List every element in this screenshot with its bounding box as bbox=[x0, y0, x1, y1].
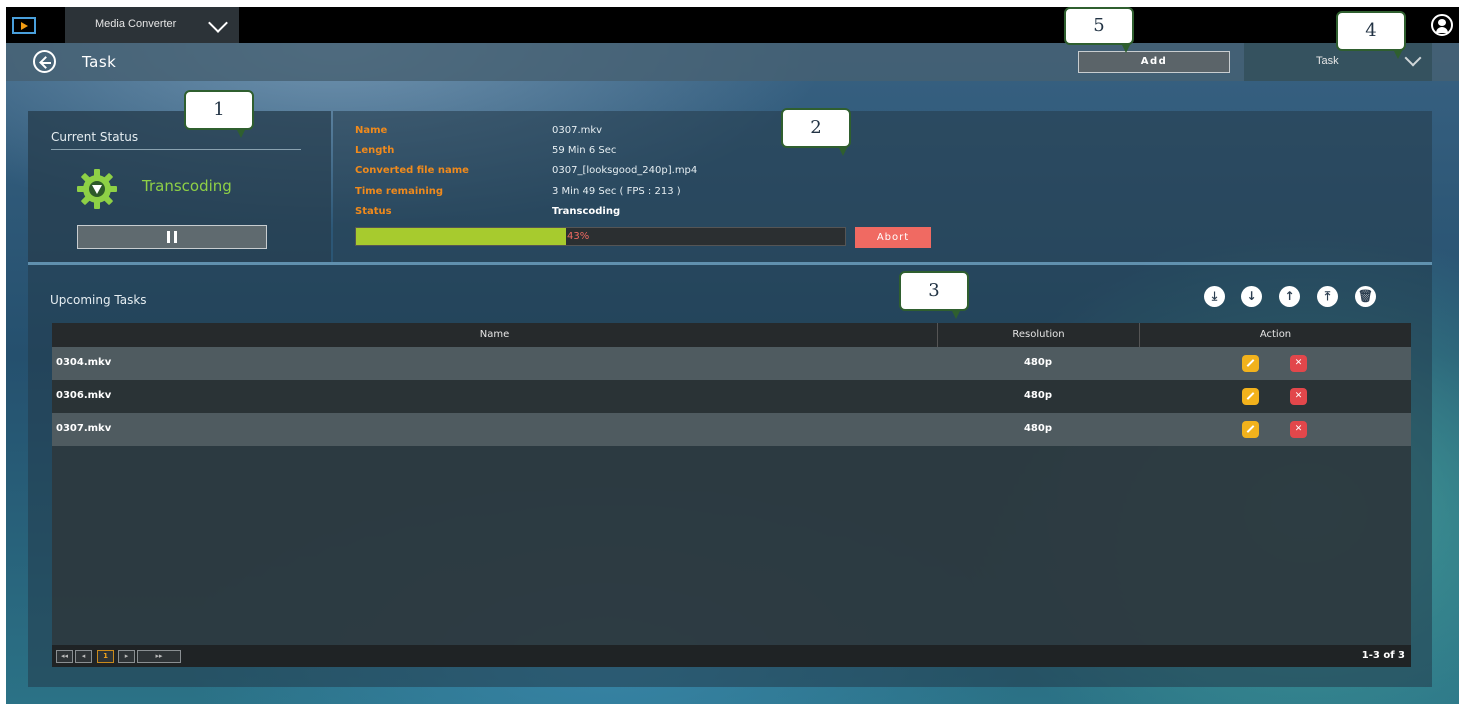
label-length: Length bbox=[355, 145, 395, 156]
value-name: 0307.mkv bbox=[552, 125, 603, 136]
row-resolution: 480p bbox=[1023, 423, 1053, 434]
row-resolution: 480p bbox=[1023, 390, 1053, 401]
delete-icon[interactable]: ✕ bbox=[1290, 355, 1307, 372]
value-status: Transcoding bbox=[552, 206, 621, 217]
callout-number: 1 bbox=[213, 99, 225, 120]
add-button[interactable]: Add bbox=[1078, 51, 1230, 73]
move-to-bottom-icon[interactable]: ⤓ bbox=[1204, 286, 1225, 307]
column-header-resolution[interactable]: Resolution bbox=[938, 329, 1139, 340]
delete-icon[interactable]: ✕ bbox=[1290, 388, 1307, 405]
row-resolution: 480p bbox=[1023, 357, 1053, 368]
label-name: Name bbox=[355, 125, 388, 136]
callout-tail bbox=[1393, 49, 1403, 59]
callout-3: 3 bbox=[899, 271, 969, 319]
page-count: 1-3 of 3 bbox=[1361, 650, 1405, 661]
app-name: Media Converter bbox=[95, 18, 177, 30]
user-account-icon[interactable] bbox=[1431, 14, 1453, 36]
task-details-panel: Name 0307.mkv Length 59 Min 6 Sec Conver… bbox=[333, 111, 1432, 262]
callout-number: 3 bbox=[928, 280, 940, 301]
page-title: Task bbox=[82, 53, 117, 71]
upcoming-tasks-table: Name Resolution Action 0304.mkv 480p ✕ 0… bbox=[52, 323, 1411, 667]
table-row[interactable]: 0307.mkv 480p ✕ bbox=[52, 413, 1411, 446]
column-header-action: Action bbox=[1259, 329, 1292, 340]
upcoming-tasks-title: Upcoming Tasks bbox=[50, 293, 147, 307]
row-name: 0304.mkv bbox=[56, 357, 112, 368]
chevron-down-icon bbox=[208, 13, 228, 33]
value-length: 59 Min 6 Sec bbox=[552, 145, 617, 156]
edit-icon[interactable] bbox=[1242, 421, 1259, 438]
value-converted-file-name: 0307_[looksgood_240p].mp4 bbox=[552, 165, 698, 176]
table-footer: ◂◂ ◂ 1 ▸ ▸▸ 1-3 of 3 bbox=[52, 645, 1411, 667]
abort-button[interactable]: Abort bbox=[855, 227, 931, 248]
value-time-remaining: 3 Min 49 Sec ( FPS : 213 ) bbox=[552, 186, 681, 197]
current-status-title: Current Status bbox=[51, 130, 139, 144]
divider bbox=[51, 149, 301, 150]
progress-bar: 43% bbox=[355, 227, 846, 246]
app-switcher[interactable]: Media Converter bbox=[65, 7, 239, 43]
move-to-top-icon[interactable]: ⤒ bbox=[1317, 286, 1338, 307]
table-header: Name Resolution Action bbox=[52, 323, 1411, 347]
table-row[interactable]: 0306.mkv 480p ✕ bbox=[52, 380, 1411, 413]
edit-icon[interactable] bbox=[1242, 355, 1259, 372]
move-down-icon[interactable]: ↓ bbox=[1241, 286, 1262, 307]
view-select-value: Task bbox=[1316, 55, 1339, 67]
callout-number: 5 bbox=[1093, 15, 1105, 36]
last-page-icon[interactable]: ▸▸ bbox=[137, 650, 181, 663]
progress-fill bbox=[356, 228, 567, 245]
callout-2: 2 bbox=[781, 108, 851, 156]
column-header-name[interactable]: Name bbox=[52, 329, 937, 340]
gear-icon bbox=[77, 169, 117, 209]
chevron-down-icon bbox=[1404, 49, 1422, 67]
next-page-icon[interactable]: ▸ bbox=[118, 650, 135, 663]
label-status: Status bbox=[355, 206, 392, 217]
callout-number: 2 bbox=[810, 117, 822, 138]
prev-page-icon[interactable]: ◂ bbox=[75, 650, 92, 663]
delete-icon[interactable]: ✕ bbox=[1290, 421, 1307, 438]
callout-tail bbox=[951, 309, 961, 319]
app-window: Media Converter Task Add Task Current St… bbox=[6, 7, 1459, 704]
edit-icon[interactable] bbox=[1242, 388, 1259, 405]
back-arrow-icon[interactable] bbox=[33, 50, 56, 73]
current-page[interactable]: 1 bbox=[97, 650, 114, 663]
callout-tail bbox=[236, 128, 246, 138]
callout-5: 5 bbox=[1064, 7, 1134, 53]
move-up-icon[interactable]: ↑ bbox=[1279, 286, 1300, 307]
page-header: Task Add Task bbox=[6, 43, 1459, 81]
progress-percent: 43% bbox=[567, 231, 590, 242]
callout-4: 4 bbox=[1336, 11, 1406, 59]
label-time-remaining: Time remaining bbox=[355, 186, 444, 197]
upcoming-tasks-panel: Upcoming Tasks ⤓ ↓ ↑ ⤒ 🗑 Name Resolution… bbox=[28, 265, 1432, 687]
table-row[interactable]: 0304.mkv 480p ✕ bbox=[52, 347, 1411, 380]
row-name: 0306.mkv bbox=[56, 390, 112, 401]
callout-1: 1 bbox=[184, 90, 254, 138]
status-state: Transcoding bbox=[142, 177, 232, 195]
label-converted-file-name: Converted file name bbox=[355, 165, 469, 176]
current-status-panel: Current Status Transcoding bbox=[28, 111, 331, 262]
first-page-icon[interactable]: ◂◂ bbox=[56, 650, 73, 663]
callout-number: 4 bbox=[1365, 20, 1377, 41]
row-name: 0307.mkv bbox=[56, 423, 112, 434]
pause-button[interactable] bbox=[77, 225, 267, 249]
callout-tail bbox=[838, 146, 848, 156]
trash-icon[interactable]: 🗑 bbox=[1355, 286, 1376, 307]
media-player-icon bbox=[12, 17, 36, 34]
top-bar: Media Converter bbox=[6, 7, 1459, 43]
callout-tail bbox=[1121, 43, 1131, 53]
